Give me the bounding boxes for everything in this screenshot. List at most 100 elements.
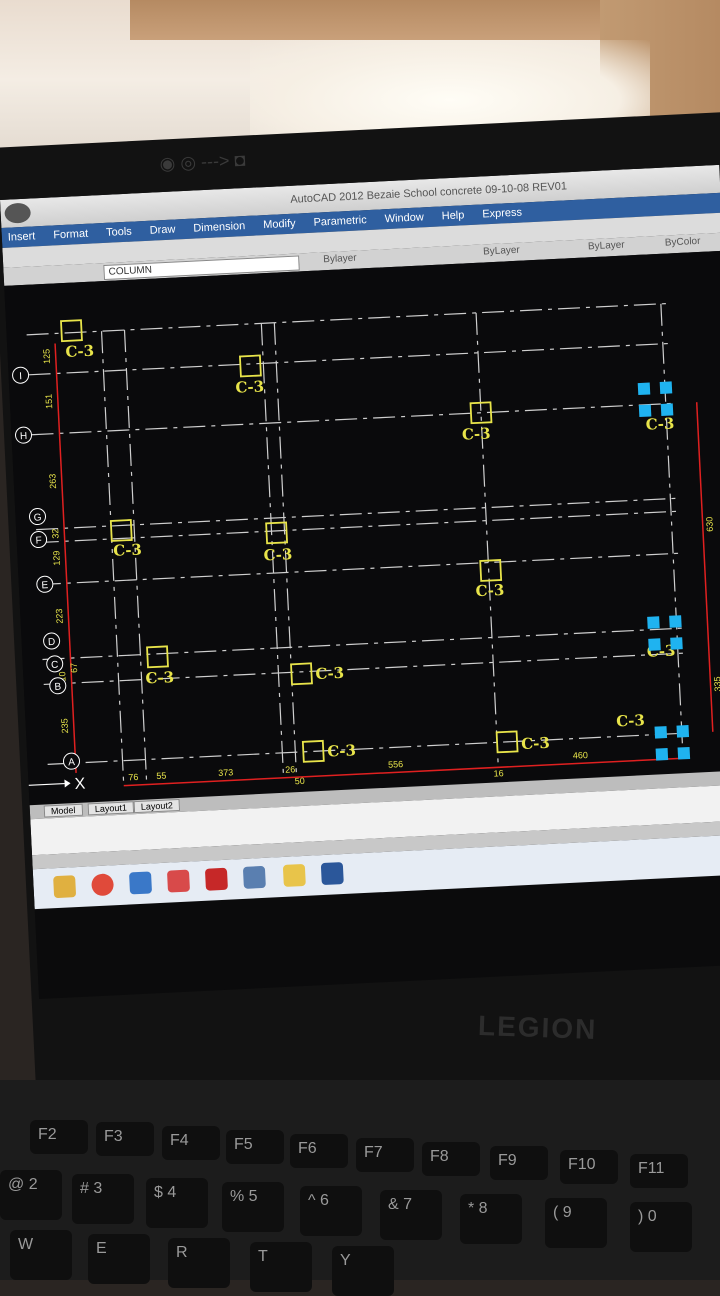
tab-model[interactable]: Model [43,803,83,818]
grid-line [36,497,676,531]
menu-format[interactable]: Format [53,224,89,246]
svg-text:C-3: C-3 [616,711,645,730]
column-c3-selected[interactable]: C-3 [645,414,674,433]
grid-line [660,303,684,759]
key-e: E [88,1234,150,1284]
key-f5: F5 [226,1130,284,1164]
key-f8: F8 [422,1142,480,1176]
app-menu-button[interactable] [4,202,32,224]
dim-label-bottom: 460 [573,750,589,761]
grip-handle[interactable] [638,404,652,418]
svg-text:H: H [20,431,28,442]
dim-label-left: 223 [54,608,65,624]
linetype-dropdown[interactable]: ByLayer [483,245,520,258]
column-c3[interactable]: C-3 [144,645,175,687]
key-0: ) 0 [630,1202,692,1252]
laptop-screen: AutoCAD 2012 Bezaie School concrete 09-1… [0,164,720,1000]
column-c3[interactable]: C-3 [461,401,493,444]
key-w: W [10,1230,72,1280]
grid-bubble-I: I [12,366,30,384]
key-4: $ 4 [146,1178,208,1228]
network-icon[interactable] [242,865,266,889]
menu-help[interactable]: Help [441,205,465,226]
column-c3[interactable]: C-3 [262,521,293,565]
grid-line [47,732,687,765]
svg-text:C-3: C-3 [645,414,674,433]
grid-line [42,627,682,661]
app-icon[interactable] [129,871,153,895]
menu-insert[interactable]: Insert [7,226,36,247]
svg-text:C-3: C-3 [521,734,550,753]
grid-bubble-B: B [49,677,67,695]
word-icon[interactable] [320,862,344,886]
menu-express[interactable]: Express [482,203,523,225]
dim-label-bottom: 76 [128,772,138,782]
app-active-icon[interactable] [282,863,306,887]
menu-tools[interactable]: Tools [106,222,133,243]
svg-text:G: G [33,512,42,523]
grid-bubble-C: C [46,655,64,673]
column-c3[interactable]: C-3 [301,739,357,763]
drawing-canvas[interactable]: 125 151 263 32 129 223 67 10 235 76 55 3… [4,248,720,806]
menu-modify[interactable]: Modify [263,214,296,236]
dim-label-left: 129 [51,550,62,566]
autocad-icon[interactable] [204,867,228,891]
grip-handle[interactable] [676,724,690,738]
grip-handle[interactable] [677,746,691,760]
grid-line [43,652,683,686]
grid-bubble-H: H [15,426,33,444]
grip-handle[interactable] [647,616,660,629]
grip-handle[interactable] [670,637,683,650]
menu-parametric[interactable]: Parametric [313,210,367,233]
svg-text:C-3: C-3 [235,377,264,396]
grid-bubble-A: A [62,752,80,770]
lineweight-dropdown[interactable]: ByLayer [588,240,625,253]
svg-text:C-3: C-3 [113,540,142,559]
chrome-icon[interactable] [91,873,115,897]
grip-handle[interactable] [637,382,651,396]
svg-text:A: A [68,757,76,768]
grip-handle[interactable] [648,638,661,651]
dim-label-bottom: 26 [285,764,295,774]
column-c3[interactable]: C-3 [60,319,95,361]
svg-text:C-3: C-3 [475,581,504,600]
column-c3[interactable]: C-3 [290,662,345,686]
column-c3[interactable]: C-3 [474,559,505,600]
menu-draw[interactable]: Draw [149,219,176,240]
key-f3: F3 [96,1122,154,1156]
ucs-x-label: X [74,776,86,794]
column-c3[interactable]: C-3 [234,354,265,397]
grid-line [31,402,671,436]
grip-handle[interactable] [659,381,673,394]
svg-text:E: E [41,580,49,591]
grid-line [36,510,677,544]
dim-label-left: 151 [44,394,55,410]
svg-text:C-3: C-3 [327,741,356,760]
paint-icon[interactable] [166,869,191,893]
color-dropdown[interactable]: ByColor [665,236,701,249]
grip-handle[interactable] [654,726,668,739]
menu-window[interactable]: Window [384,207,424,229]
grid-line [475,312,499,768]
key-7: & 7 [380,1190,442,1240]
key-2: @ 2 [0,1170,62,1220]
column-c3-selected[interactable]: C-3 [616,711,645,730]
key-t: T [250,1242,312,1292]
grip-handle[interactable] [660,403,674,416]
grid-bubble-G: G [29,508,47,526]
svg-text:C-3: C-3 [462,424,491,443]
dimension-line-right [695,402,714,732]
grip-handle[interactable] [655,748,669,761]
dim-label-left: 125 [41,349,52,365]
layer-prop-dropdown[interactable]: Bylayer [323,253,357,266]
tab-layout2[interactable]: Layout2 [133,798,181,814]
key-5: % 5 [222,1182,284,1232]
dim-label-left: 263 [47,473,58,489]
tab-layout1[interactable]: Layout1 [87,801,135,816]
dim-label-left: 67 [69,663,79,673]
grip-handle[interactable] [669,615,682,628]
dim-label-left: 235 [59,718,70,734]
key-f9: F9 [490,1146,548,1180]
file-explorer-icon[interactable] [53,875,77,899]
menu-dimension[interactable]: Dimension [193,216,246,239]
